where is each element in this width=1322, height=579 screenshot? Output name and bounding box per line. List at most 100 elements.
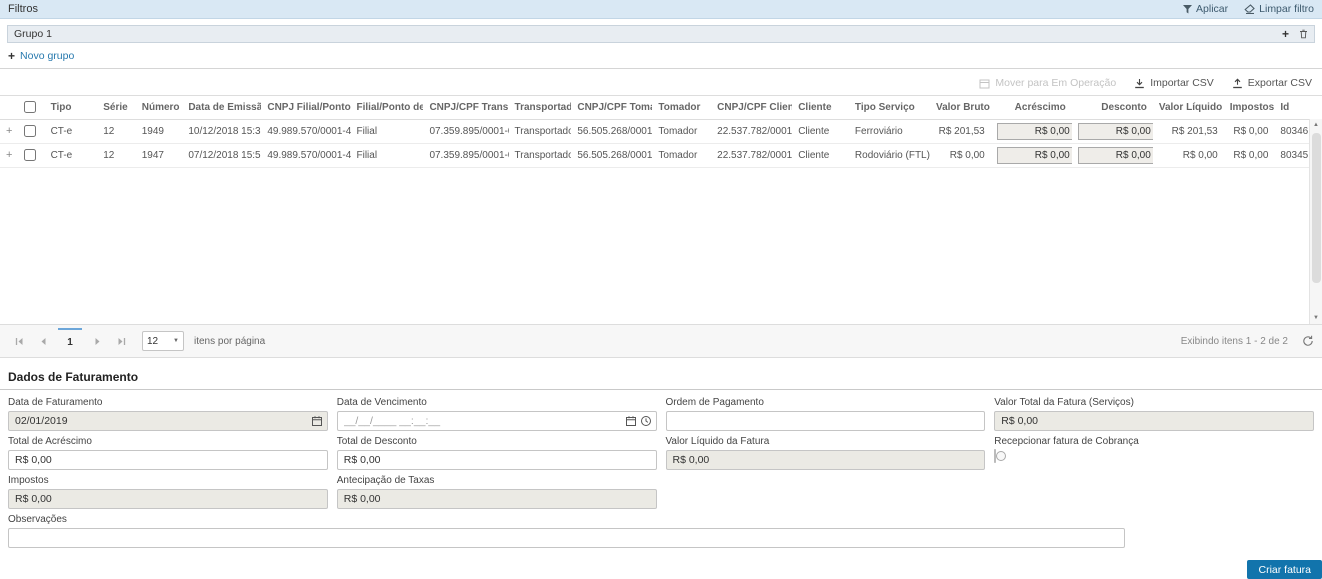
col-desconto[interactable]: Desconto <box>1072 96 1153 119</box>
cell-filial: Filial <box>351 119 424 143</box>
select-all-header <box>18 96 44 119</box>
desconto-input[interactable] <box>1078 147 1153 164</box>
expand-row-button[interactable]: + <box>0 143 18 167</box>
grid-toolbar: Mover para Em Operação Importar CSV Expo… <box>0 71 1322 95</box>
col-tipo-servico[interactable]: Tipo Serviço <box>849 96 930 119</box>
import-csv-label: Importar CSV <box>1150 77 1214 89</box>
cell-desconto <box>1072 143 1153 167</box>
refresh-button[interactable] <box>1302 335 1314 347</box>
filter-panel: Filtros Aplicar Limpar filtro Grupo 1 + … <box>0 0 1322 69</box>
col-serie[interactable]: Série <box>97 96 136 119</box>
field-ordem-pagamento: Ordem de Pagamento <box>666 397 986 431</box>
col-filial[interactable]: Filial/Ponto de Operação <box>351 96 424 119</box>
cell-cnpj-tomador: 56.505.268/0001-30 <box>571 119 652 143</box>
export-csv-button[interactable]: Exportar CSV <box>1232 77 1312 89</box>
acrescimo-input[interactable] <box>997 147 1072 164</box>
add-filter-condition-button[interactable]: + <box>1282 28 1289 40</box>
spacer <box>994 475 1314 509</box>
cell-emissao: 10/12/2018 15:37 <box>182 119 261 143</box>
documents-grid: Tipo Série Número Data de Emissão↓ CNPJ … <box>0 95 1322 358</box>
chevron-down-icon: ▼ <box>173 338 179 344</box>
col-cnpj-tomador[interactable]: CNPJ/CPF Tomador <box>571 96 652 119</box>
next-page-button[interactable] <box>86 330 108 352</box>
pager: 1 12 ▼ itens por página Exibindo itens 1… <box>0 324 1322 357</box>
cell-transportador: Transportador <box>509 143 572 167</box>
select-all-checkbox[interactable] <box>24 101 36 113</box>
refresh-icon <box>1302 335 1314 347</box>
field-data-vencimento: Data de Vencimento <box>337 397 657 431</box>
row-select-cell <box>18 143 44 167</box>
export-icon <box>1232 78 1243 89</box>
cell-tipo-servico: Rodoviário (FTL) <box>849 143 930 167</box>
col-numero[interactable]: Número <box>136 96 183 119</box>
page-size-dropdown[interactable]: 12 ▼ <box>142 331 184 351</box>
col-id[interactable]: Id <box>1274 96 1309 119</box>
apply-filter-button[interactable]: Aplicar <box>1183 3 1228 15</box>
impostos-input <box>8 489 328 509</box>
scroll-down-icon[interactable]: ▼ <box>1313 312 1319 324</box>
move-to-operation-label: Mover para Em Operação <box>995 77 1116 89</box>
apply-filter-label: Aplicar <box>1196 3 1228 15</box>
ordem-pagamento-input[interactable] <box>666 411 986 431</box>
col-cnpj-filial[interactable]: CNPJ Filial/Ponto de Operaç... <box>261 96 350 119</box>
acrescimo-input[interactable] <box>997 123 1072 140</box>
cell-cnpj-cliente: 22.537.782/0001-35 <box>711 119 792 143</box>
delete-group-button[interactable] <box>1299 29 1308 39</box>
col-cnpj-cliente[interactable]: CNPJ/CPF Cliente <box>711 96 792 119</box>
import-csv-button[interactable]: Importar CSV <box>1134 77 1214 89</box>
last-page-button[interactable] <box>110 330 132 352</box>
plus-icon: + <box>8 50 15 62</box>
expand-row-button[interactable]: + <box>0 119 18 143</box>
ordem-pagamento-label: Ordem de Pagamento <box>666 397 986 408</box>
calendar-icon[interactable] <box>311 415 323 427</box>
recepcionar-toggle[interactable] <box>994 449 996 463</box>
col-cliente[interactable]: Cliente <box>792 96 849 119</box>
new-group-label: Novo grupo <box>20 50 74 62</box>
total-acrescimo-input[interactable] <box>8 450 328 470</box>
vertical-scrollbar[interactable]: ▲ ▼ <box>1309 119 1322 324</box>
cell-emissao: 07/12/2018 15:55 <box>182 143 261 167</box>
move-icon <box>979 78 990 89</box>
new-group-button[interactable]: + Novo grupo <box>8 50 74 62</box>
create-invoice-button[interactable]: Criar fatura <box>1247 560 1322 579</box>
move-to-operation-button[interactable]: Mover para Em Operação <box>979 77 1116 89</box>
col-impostos[interactable]: Impostos <box>1224 96 1275 119</box>
col-valor-bruto[interactable]: Valor Bruto <box>930 96 991 119</box>
spacer <box>666 475 986 509</box>
filter-group-bar[interactable]: Grupo 1 + <box>7 25 1315 43</box>
data-vencimento-input[interactable] <box>337 411 657 431</box>
row-checkbox[interactable] <box>24 125 36 137</box>
clock-icon[interactable] <box>640 415 652 427</box>
cell-tomador: Tomador <box>652 119 711 143</box>
scrollbar-thumb[interactable] <box>1312 133 1321 283</box>
desconto-input[interactable] <box>1078 123 1153 140</box>
col-cnpj-transportador[interactable]: CNPJ/CPF Transportador <box>423 96 508 119</box>
filter-header: Filtros Aplicar Limpar filtro <box>0 0 1322 19</box>
total-desconto-input[interactable] <box>337 450 657 470</box>
cell-cnpj-transportador: 07.359.895/0001-02 <box>423 119 508 143</box>
data-faturamento-input[interactable] <box>8 411 328 431</box>
clear-filter-button[interactable]: Limpar filtro <box>1244 3 1314 15</box>
observacoes-input[interactable] <box>8 528 1125 548</box>
field-valor-total: Valor Total da Fatura (Serviços) <box>994 397 1314 431</box>
prev-page-button[interactable] <box>32 330 54 352</box>
table-row[interactable]: + CT-e 12 1949 10/12/2018 15:37 49.989.5… <box>0 119 1309 143</box>
row-checkbox[interactable] <box>24 149 36 161</box>
impostos-label: Impostos <box>8 475 328 486</box>
table-row[interactable]: + CT-e 12 1947 07/12/2018 15:55 49.989.5… <box>0 143 1309 167</box>
page-number-current[interactable]: 1 <box>58 328 82 354</box>
col-tipo[interactable]: Tipo <box>45 96 98 119</box>
col-transportador[interactable]: Transportador <box>509 96 572 119</box>
field-data-faturamento: Data de Faturamento <box>8 397 328 431</box>
field-valor-liquido: Valor Líquido da Fatura <box>666 436 986 470</box>
col-tomador[interactable]: Tomador <box>652 96 711 119</box>
cell-cnpj-tomador: 56.505.268/0001-30 <box>571 143 652 167</box>
scroll-up-icon[interactable]: ▲ <box>1313 119 1319 131</box>
col-data-emissao[interactable]: Data de Emissão↓ <box>182 96 261 119</box>
calendar-icon[interactable] <box>625 415 637 427</box>
first-page-button[interactable] <box>8 330 30 352</box>
col-acrescimo[interactable]: Acréscimo <box>991 96 1072 119</box>
trash-icon <box>1299 29 1308 39</box>
field-impostos: Impostos <box>8 475 328 509</box>
col-valor-liquido[interactable]: Valor Líquido <box>1153 96 1224 119</box>
